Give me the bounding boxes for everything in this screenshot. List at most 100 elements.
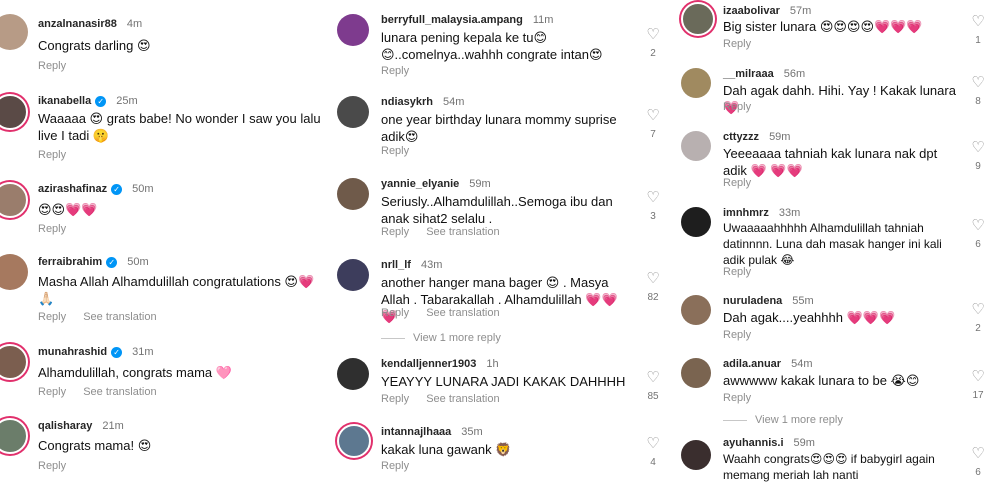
comment-username[interactable]: ndiasykrh 54m xyxy=(381,96,464,108)
heart-outline-icon[interactable]: ♡ xyxy=(643,271,663,286)
reply-button[interactable]: Reply xyxy=(381,145,409,157)
comment-text: Yeeeaaaa tahniah kak lunara nak dpt adik… xyxy=(723,146,938,178)
comment-username[interactable]: intannajlhaaa 35m xyxy=(381,426,483,438)
comment-username[interactable]: izaabolivar 57m xyxy=(723,5,811,17)
reply-button[interactable]: Reply xyxy=(723,392,751,404)
heart-outline-icon[interactable]: ♡ xyxy=(968,218,988,233)
heart-outline-icon[interactable]: ♡ xyxy=(643,370,663,385)
like-control: ♡ 8 xyxy=(968,75,988,107)
avatar[interactable] xyxy=(0,254,28,290)
heart-outline-icon[interactable]: ♡ xyxy=(968,302,988,317)
reply-button[interactable]: Reply xyxy=(723,266,751,278)
heart-outline-icon[interactable]: ♡ xyxy=(643,436,663,451)
reply-button[interactable]: Reply xyxy=(381,460,409,472)
reply-button[interactable]: Reply xyxy=(38,386,66,398)
reply-button[interactable]: Reply xyxy=(38,60,66,72)
reply-button[interactable]: Reply xyxy=(381,393,409,405)
comment-username[interactable]: yannie_elyanie 59m xyxy=(381,178,491,190)
comment-username[interactable]: adila.anuar 54m xyxy=(723,358,812,370)
like-count: 2 xyxy=(975,323,981,334)
comment-username[interactable]: berryfull_malaysia.ampang 11m xyxy=(381,14,553,26)
heart-outline-icon[interactable]: ♡ xyxy=(968,75,988,90)
like-count: 2 xyxy=(650,48,656,59)
comment-text: YEAYYY LUNARA JADI KAKAK DAHHHH xyxy=(381,374,626,389)
comment-username[interactable]: ferraibrahim ✓ 50m xyxy=(38,256,149,268)
avatar[interactable] xyxy=(0,14,28,50)
comment-time: 31m xyxy=(132,346,154,358)
avatar[interactable] xyxy=(337,358,369,390)
reply-button[interactable]: Reply xyxy=(38,311,66,323)
comment-username[interactable]: __milraaa 56m xyxy=(723,68,805,80)
avatar[interactable] xyxy=(0,182,28,218)
like-control: ♡ 6 xyxy=(968,446,988,478)
comment-username[interactable]: kendalljenner1903 1h xyxy=(381,358,499,370)
comment-time: 56m xyxy=(783,68,806,80)
see-translation-link[interactable]: See translation xyxy=(83,311,156,323)
comment-actions: Reply xyxy=(723,329,765,341)
see-translation-link[interactable]: See translation xyxy=(426,393,499,405)
comment-username[interactable]: nrll_lf 43m xyxy=(381,259,442,271)
comment-username[interactable]: cttyzzz 59m xyxy=(723,131,790,143)
comment-time: 1h xyxy=(486,358,499,370)
comment-username[interactable]: anzalnanasir88 4m xyxy=(38,18,142,30)
heart-outline-icon[interactable]: ♡ xyxy=(968,14,988,29)
heart-outline-icon[interactable]: ♡ xyxy=(968,446,988,461)
see-translation-link[interactable]: See translation xyxy=(426,226,499,238)
avatar[interactable] xyxy=(681,295,711,325)
heart-outline-icon[interactable]: ♡ xyxy=(643,190,663,205)
avatar[interactable] xyxy=(681,2,715,36)
avatar[interactable] xyxy=(681,440,711,470)
heart-outline-icon[interactable]: ♡ xyxy=(643,27,663,42)
comment-item: qalisharay 21m Congrats mama! 😍 Reply xyxy=(0,416,330,481)
heart-outline-icon[interactable]: ♡ xyxy=(643,108,663,123)
view-more-replies-button[interactable]: View 1 more reply xyxy=(381,332,501,344)
heart-outline-icon[interactable]: ♡ xyxy=(968,140,988,155)
comment-username[interactable]: azirashafinaz ✓ 50m xyxy=(38,183,154,195)
avatar[interactable] xyxy=(681,131,711,161)
reply-button[interactable]: Reply xyxy=(381,65,409,77)
avatar[interactable] xyxy=(681,358,711,388)
avatar[interactable] xyxy=(337,178,369,210)
comment-item: kendalljenner1903 1h YEAYYY LUNARA JADI … xyxy=(333,354,668,414)
comment-username[interactable]: ikanabella ✓ 25m xyxy=(38,95,138,107)
reply-button[interactable]: Reply xyxy=(723,101,751,113)
reply-button[interactable]: Reply xyxy=(723,38,751,50)
comment-item: ikanabella ✓ 25m Waaaaa 😍 grats babe! No… xyxy=(0,92,330,172)
like-count: 4 xyxy=(650,457,656,468)
comments-column-2: berryfull_malaysia.ampang 11m lunara pen… xyxy=(333,0,668,488)
reply-button[interactable]: Reply xyxy=(723,329,751,341)
comment-text: Waahh congrats😍😍😍 if babygirl again mema… xyxy=(723,452,935,482)
reply-button[interactable]: Reply xyxy=(38,223,66,235)
avatar[interactable] xyxy=(337,259,369,291)
comment-username[interactable]: munahrashid ✓ 31m xyxy=(38,346,153,358)
like-control: ♡ 2 xyxy=(643,27,663,59)
reply-button[interactable]: Reply xyxy=(723,177,751,189)
comment-username[interactable]: ayuhannis.i 59m xyxy=(723,437,815,449)
comment-actions: Reply xyxy=(38,223,80,235)
comment-username[interactable]: qalisharay 21m xyxy=(38,420,124,432)
comment-username[interactable]: imnhmrz 33m xyxy=(723,207,800,219)
avatar[interactable] xyxy=(0,418,28,454)
reply-button[interactable]: Reply xyxy=(381,226,409,238)
avatar[interactable] xyxy=(337,424,371,458)
reply-button[interactable]: Reply xyxy=(38,149,66,161)
avatar[interactable] xyxy=(681,207,711,237)
comment-username[interactable]: nuruladena 55m xyxy=(723,295,814,307)
avatar[interactable] xyxy=(681,68,711,98)
comment-item: nuruladena 55m Dah agak....yeahhhh 💗💗💗 R… xyxy=(675,292,1000,348)
see-translation-link[interactable]: See translation xyxy=(426,307,499,319)
avatar[interactable] xyxy=(0,344,28,380)
view-more-replies-button[interactable]: View 1 more reply xyxy=(723,414,843,426)
reply-button[interactable]: Reply xyxy=(381,307,409,319)
comment-item: yannie_elyanie 59m Seriusly..Alhamdulill… xyxy=(333,174,668,244)
verified-badge-icon: ✓ xyxy=(95,95,107,107)
comment-actions: Reply See translation xyxy=(38,311,171,323)
comment-time: 25m xyxy=(116,95,138,107)
see-translation-link[interactable]: See translation xyxy=(83,386,156,398)
comment-item: ndiasykrh 54m one year birthday lunara m… xyxy=(333,92,668,162)
avatar[interactable] xyxy=(337,14,369,46)
heart-outline-icon[interactable]: ♡ xyxy=(968,369,988,384)
reply-button[interactable]: Reply xyxy=(38,460,66,472)
avatar[interactable] xyxy=(0,94,28,130)
avatar[interactable] xyxy=(337,96,369,128)
